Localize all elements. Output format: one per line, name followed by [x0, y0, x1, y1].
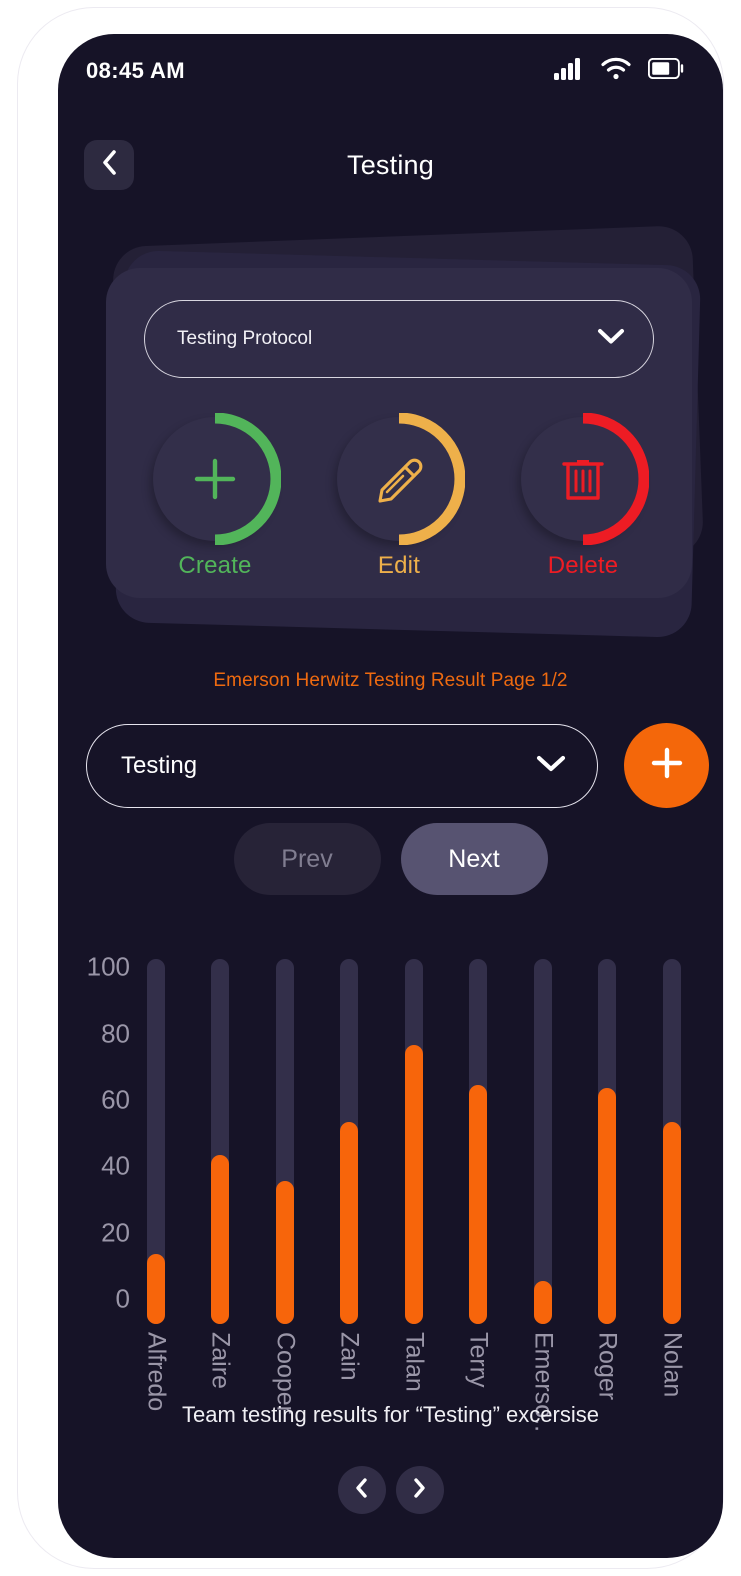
chart-bar-value: [598, 1088, 617, 1324]
chart-bar-value: [404, 1045, 423, 1324]
chart-bar-track: [533, 959, 552, 1324]
chart-bar-group[interactable]: Alfredo: [136, 959, 176, 1411]
pencil-icon: [333, 413, 465, 545]
protocol-select-value: Testing Protocol: [177, 328, 313, 349]
chart-bar-value: [275, 1181, 294, 1324]
status-icons: [554, 57, 685, 85]
carousel-prev-button[interactable]: [337, 1466, 386, 1514]
chart-bar-group[interactable]: Talan: [394, 959, 434, 1392]
chart-bar-label: Alfredo: [142, 1332, 171, 1412]
phone-screen: 08:45 AM Testing Testing Protocol Create…: [58, 34, 723, 1558]
exercise-select-value: Testing: [121, 752, 198, 779]
trash-icon: [517, 413, 649, 545]
chart-y-tick: 0: [115, 1283, 130, 1314]
delete-button-circle: [517, 413, 649, 545]
chevron-down-icon: [597, 328, 625, 350]
result-header: Emerson Herwitz Testing Result Page 1/2: [213, 670, 568, 691]
create-button-circle: [149, 413, 281, 545]
chart-plot-area: Alfredo Zaire Cooper Zain Talan Terry Emerso..…: [136, 934, 716, 1432]
delete-button-label: Delete: [547, 552, 619, 579]
chevron-left-icon: [101, 149, 118, 181]
chart-bar-value: [533, 1280, 552, 1324]
status-bar: 08:45 AM: [58, 34, 723, 108]
chart-caption: Team testing results for “Testing” excer…: [182, 1402, 599, 1427]
chart-y-axis: 100 80 60 40 20 0: [58, 934, 130, 1324]
chart-bar-value: [147, 1254, 165, 1324]
protocol-action-row: Create Edit Delete: [106, 413, 692, 598]
edit-button-circle: [333, 413, 465, 545]
phone-frame: 08:45 AM Testing Testing Protocol Create…: [18, 8, 723, 1568]
chart-bar-group[interactable]: Emerso..: [523, 959, 563, 1432]
back-button[interactable]: [84, 140, 134, 190]
chevron-right-icon: [412, 1477, 427, 1504]
next-page-button[interactable]: Next: [400, 823, 548, 895]
chart-bar-label: Zain: [335, 1332, 364, 1381]
chart-y-tick: 40: [101, 1150, 130, 1181]
chart-bar-group[interactable]: Zaire: [200, 959, 240, 1389]
exercise-row: Testing: [58, 723, 723, 810]
chart-bar-group[interactable]: Zain: [329, 959, 369, 1381]
protocol-card-stack: Testing Protocol Create Edit Delete: [68, 224, 713, 638]
team-results-chart: 100 80 60 40 20 0 Alfredo Zaire Cooper Zain Talan…: [58, 934, 723, 1434]
chevron-down-icon: [535, 754, 567, 778]
protocol-select[interactable]: Testing Protocol: [144, 300, 654, 378]
chart-y-tick: 60: [101, 1084, 130, 1115]
chart-bar-value: [340, 1121, 359, 1324]
chart-bar-label: Terry: [464, 1332, 493, 1388]
chart-bar-label: Zaire: [206, 1332, 235, 1389]
delete-protocol-button[interactable]: Delete: [508, 413, 658, 580]
chart-y-tick: 20: [101, 1217, 130, 1248]
protocol-card: Testing Protocol Create Edit Delete: [106, 268, 692, 598]
chart-bar-value: [662, 1121, 681, 1324]
carousel-next-button[interactable]: [395, 1466, 444, 1514]
chart-carousel-nav: [58, 1466, 723, 1518]
edit-button-label: Edit: [377, 552, 421, 579]
exercise-select[interactable]: Testing: [86, 724, 598, 808]
wifi-icon: [601, 57, 631, 85]
chart-bar-group[interactable]: Terry: [458, 959, 498, 1388]
result-pager: Prev Next: [58, 823, 723, 895]
chart-y-tick: 80: [101, 1018, 130, 1049]
battery-icon: [647, 57, 685, 84]
plus-icon: [648, 744, 686, 787]
page-title: Testing: [347, 150, 434, 180]
status-time: 08:45 AM: [86, 58, 185, 83]
edit-protocol-button[interactable]: Edit: [324, 413, 474, 580]
chart-bar-group[interactable]: Roger: [587, 959, 627, 1400]
create-protocol-button[interactable]: Create: [140, 413, 290, 580]
chart-bar-group[interactable]: Cooper: [265, 959, 305, 1414]
plus-icon: [149, 413, 281, 545]
create-button-label: Create: [178, 552, 252, 579]
cellular-signal-icon: [554, 57, 584, 85]
chart-bar-value: [469, 1085, 488, 1324]
chart-bar-group[interactable]: Nolan: [652, 959, 692, 1397]
prev-page-button[interactable]: Prev: [233, 823, 381, 895]
chart-bar-label: Nolan: [658, 1332, 687, 1398]
chevron-left-icon: [354, 1477, 369, 1504]
chart-bar-value: [211, 1154, 230, 1324]
chart-bar-label: Roger: [593, 1332, 622, 1401]
app-bar: Testing: [58, 134, 723, 196]
add-result-button[interactable]: [624, 723, 709, 808]
chart-bar-label: Talan: [400, 1332, 429, 1392]
chart-y-tick: 100: [86, 951, 130, 982]
